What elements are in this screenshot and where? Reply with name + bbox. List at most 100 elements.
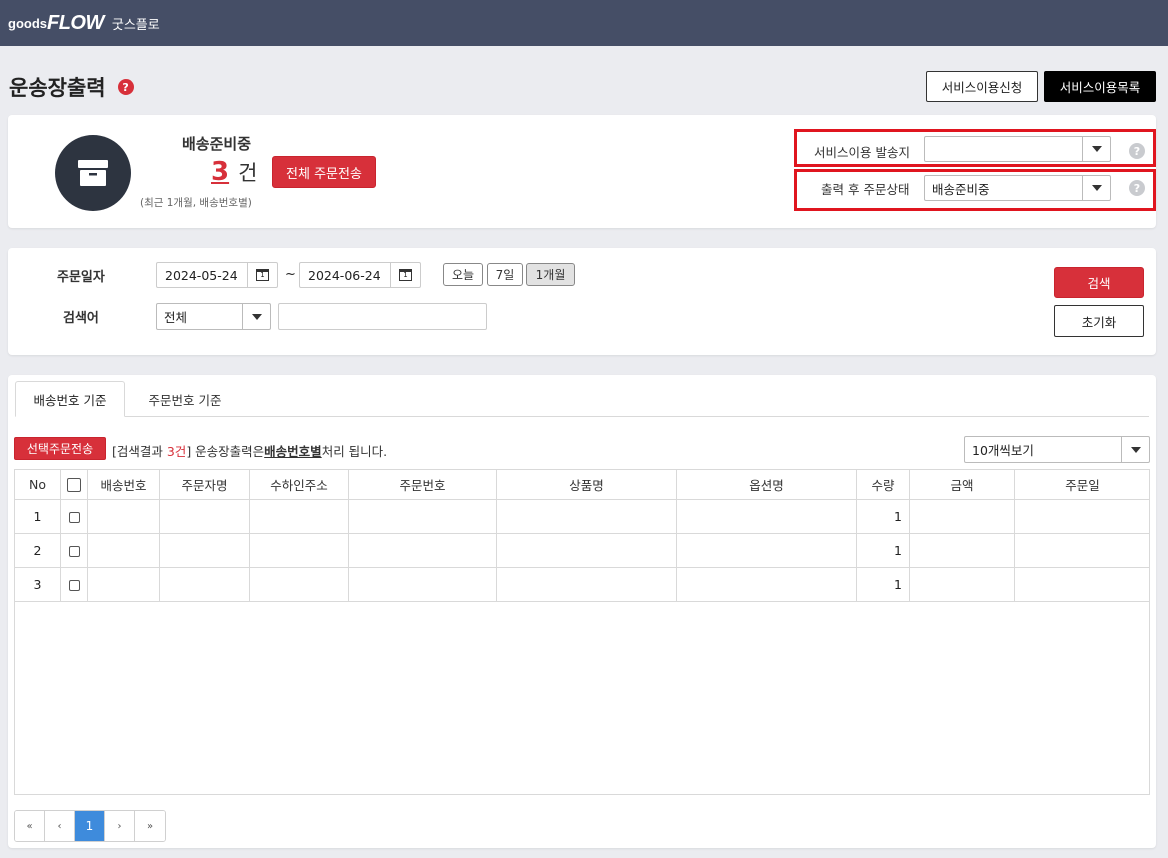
count-unit: 건 — [238, 161, 258, 185]
row-address — [249, 533, 349, 568]
keyword-label: 검색어 — [63, 311, 99, 326]
row-delivery-number — [87, 533, 160, 568]
quick-1month-button[interactable]: 1개월 — [526, 263, 575, 286]
col-order-number[interactable]: 주문번호 — [348, 470, 497, 500]
page-size-value: 10개씩보기 — [972, 443, 1034, 458]
quick-today-button[interactable]: 오늘 — [443, 263, 483, 286]
keyword-input[interactable] — [278, 303, 487, 330]
table-row[interactable]: 2 1 — [15, 533, 1149, 568]
row-order-date — [1014, 567, 1149, 602]
row-orderer — [159, 533, 250, 568]
row-option — [676, 533, 857, 568]
row-order-date — [1014, 533, 1149, 568]
quick-7days-button[interactable]: 7일 — [487, 263, 523, 286]
row-orderer — [159, 499, 250, 534]
box-icon — [55, 135, 131, 211]
tab-order-number[interactable]: 주문번호 기준 — [130, 381, 240, 417]
calendar-icon[interactable]: 1 — [390, 263, 420, 287]
last-page-button[interactable]: » — [135, 811, 165, 841]
result-card: 배송번호 기준 주문번호 기준 선택주문전송 [검색결과 3건] 운송장출력은배… — [8, 375, 1156, 848]
send-selected-button[interactable]: 선택주문전송 — [14, 437, 106, 460]
row-delivery-number — [87, 567, 160, 602]
col-option-name[interactable]: 옵션명 — [676, 470, 857, 500]
table-header-row: No 배송번호 주문자명 수하인주소 주문번호 상품명 옵션명 수량 금액 주문… — [15, 470, 1149, 500]
row-order-number — [348, 533, 497, 568]
col-no: No — [15, 470, 61, 500]
row-order-number — [348, 499, 497, 534]
page-1-button[interactable]: 1 — [75, 811, 105, 841]
col-amount[interactable]: 금액 — [909, 470, 1015, 500]
row-option — [676, 499, 857, 534]
logo-flow[interactable]: FLOW — [47, 12, 104, 35]
table-container: No 배송번호 주문자명 수하인주소 주문번호 상품명 옵션명 수량 금액 주문… — [14, 469, 1150, 795]
summary-card: 배송준비중 3 건 (최근 1개월, 배송번호별) 전체 주문전송 서비스이용 … — [8, 115, 1156, 228]
row-orderer — [159, 567, 250, 602]
after-status-select[interactable]: 배송준비중 — [924, 175, 1111, 201]
row-no: 3 — [15, 567, 61, 602]
col-order-date[interactable]: 주문일 — [1014, 470, 1149, 500]
count-note: (최근 1개월, 배송번호별) — [140, 197, 252, 209]
origin-label: 서비스이용 발송지 — [814, 145, 910, 160]
table-row[interactable]: 3 1 — [15, 567, 1149, 602]
select-all-checkbox[interactable] — [67, 478, 81, 493]
date-to-input[interactable]: 2024-06-24 1 — [299, 262, 421, 288]
search-button[interactable]: 검색 — [1054, 267, 1144, 298]
chevron-down-icon — [242, 304, 270, 329]
date-to-value: 2024-06-24 — [308, 267, 381, 283]
col-product-name[interactable]: 상품명 — [496, 470, 677, 500]
result-summary: [검색결과 3건] 운송장출력은배송번호별처리 됩니다. — [112, 441, 387, 460]
calendar-icon[interactable]: 1 — [247, 263, 277, 287]
row-checkbox[interactable] — [68, 546, 80, 557]
orders-table: No 배송번호 주문자명 수하인주소 주문번호 상품명 옵션명 수량 금액 주문… — [15, 470, 1149, 602]
row-option — [676, 567, 857, 602]
row-amount — [909, 567, 1015, 602]
row-no: 2 — [15, 533, 61, 568]
row-product — [496, 533, 677, 568]
search-card: 주문일자 2024-05-24 1 ~ 2024-06-24 1 오늘 7일 1… — [8, 248, 1156, 355]
date-from-input[interactable]: 2024-05-24 1 — [156, 262, 278, 288]
send-all-orders-button[interactable]: 전체 주문전송 — [272, 156, 376, 188]
result-prefix: [검색결과 — [112, 444, 167, 459]
help-icon[interactable]: ? — [117, 79, 134, 95]
result-bold: 배송번호별 — [264, 444, 322, 459]
row-checkbox[interactable] — [68, 580, 80, 591]
row-checkbox-cell[interactable] — [60, 567, 88, 602]
row-quantity: 1 — [856, 533, 910, 568]
first-page-button[interactable]: « — [15, 811, 45, 841]
chevron-down-icon — [1121, 437, 1149, 462]
row-quantity: 1 — [856, 499, 910, 534]
col-quantity[interactable]: 수량 — [856, 470, 910, 500]
page-title: 운송장출력 — [9, 76, 106, 100]
origin-select[interactable] — [924, 136, 1111, 162]
result-tail: 처리 됩니다. — [321, 444, 388, 459]
order-count[interactable]: 3 — [211, 157, 229, 187]
row-product — [496, 499, 677, 534]
col-select-all[interactable] — [60, 470, 88, 500]
pagination: « ‹ 1 › » — [14, 810, 166, 842]
date-label: 주문일자 — [57, 270, 105, 285]
row-checkbox-cell[interactable] — [60, 499, 88, 534]
tab-delivery-number[interactable]: 배송번호 기준 — [15, 381, 125, 417]
page-size-select[interactable]: 10개씩보기 — [964, 436, 1150, 463]
table-row[interactable]: 1 1 — [15, 499, 1149, 534]
chevron-down-icon — [1082, 176, 1110, 200]
count-wrap: 3 건 — [211, 157, 257, 187]
row-checkbox[interactable] — [68, 512, 80, 523]
help-icon[interactable]: ? — [1129, 143, 1145, 159]
keyword-type-select[interactable]: 전체 — [156, 303, 271, 330]
service-apply-button[interactable]: 서비스이용신청 — [926, 71, 1038, 102]
col-orderer[interactable]: 주문자명 — [159, 470, 250, 500]
row-order-date — [1014, 499, 1149, 534]
page-title-wrap: 운송장출력 ? — [9, 72, 134, 102]
col-recipient-address[interactable]: 수하인주소 — [249, 470, 349, 500]
col-delivery-number[interactable]: 배송번호 — [87, 470, 160, 500]
next-page-button[interactable]: › — [105, 811, 135, 841]
logo-goods[interactable]: goods — [8, 16, 47, 31]
prev-page-button[interactable]: ‹ — [45, 811, 75, 841]
result-count: 3건 — [166, 444, 187, 459]
row-checkbox-cell[interactable] — [60, 533, 88, 568]
help-icon[interactable]: ? — [1129, 180, 1145, 196]
reset-button[interactable]: 초기화 — [1054, 305, 1144, 337]
service-list-button[interactable]: 서비스이용목록 — [1044, 71, 1156, 102]
status-label: 배송준비중 — [182, 135, 252, 153]
